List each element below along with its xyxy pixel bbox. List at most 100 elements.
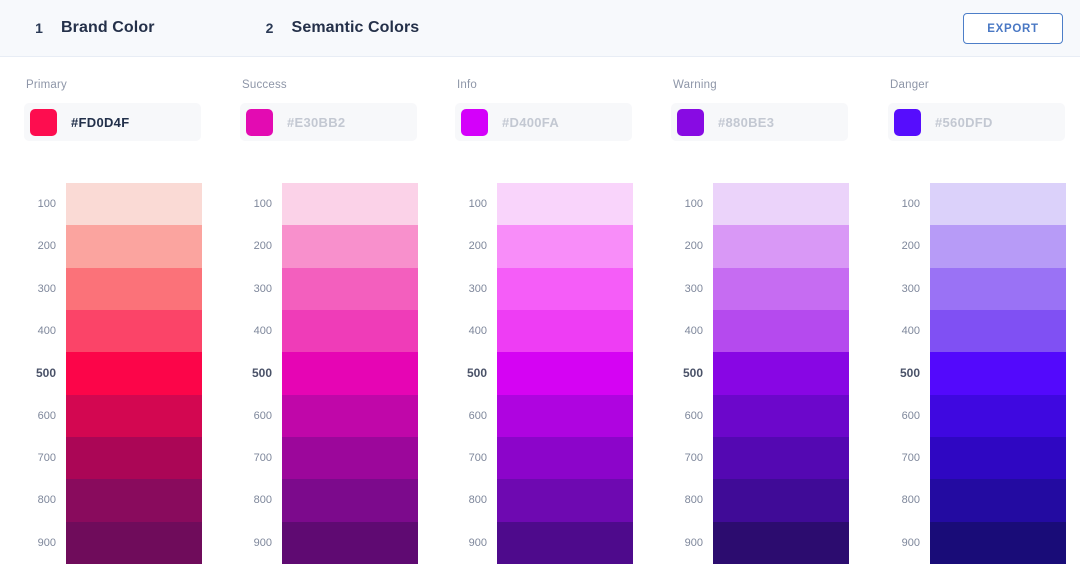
shade-tick: 500 bbox=[251, 366, 272, 381]
shade-row: 400 bbox=[888, 309, 1080, 353]
shade-swatch[interactable] bbox=[282, 521, 418, 564]
shade-row: 300 bbox=[240, 267, 456, 310]
shade-tick: 400 bbox=[901, 325, 920, 338]
shade-swatch[interactable] bbox=[66, 394, 202, 437]
shade-swatch[interactable] bbox=[713, 309, 849, 353]
hex-input-warning[interactable]: #880BE3 bbox=[671, 103, 848, 141]
shade-swatch[interactable] bbox=[497, 352, 633, 395]
color-palette-generator: 1 Brand Color 2 Semantic Colors EXPORT P… bbox=[0, 0, 1080, 587]
shade-swatch[interactable] bbox=[66, 183, 202, 226]
shade-swatch[interactable] bbox=[930, 352, 1066, 395]
shade-swatch[interactable] bbox=[930, 394, 1066, 437]
shade-row: 500 bbox=[24, 352, 240, 395]
shade-swatch[interactable] bbox=[282, 436, 418, 480]
shade-swatch[interactable] bbox=[930, 436, 1066, 480]
hex-placeholder: #880BE3 bbox=[718, 114, 775, 130]
shade-swatch[interactable] bbox=[713, 352, 849, 395]
shade-tick: 800 bbox=[684, 494, 703, 507]
palette-column-primary: Primary #FD0D4F 100 200 300 400 500 600 … bbox=[24, 57, 240, 564]
shade-swatch[interactable] bbox=[66, 479, 202, 522]
shade-swatch[interactable] bbox=[282, 309, 418, 353]
hex-input-success[interactable]: #E30BB2 bbox=[240, 103, 417, 141]
shade-swatch[interactable] bbox=[713, 521, 849, 564]
shade-row: 800 bbox=[888, 479, 1080, 522]
shade-row: 600 bbox=[24, 394, 240, 437]
shade-swatch[interactable] bbox=[66, 225, 202, 268]
shade-row: 400 bbox=[240, 309, 456, 353]
shade-tick: 600 bbox=[253, 409, 272, 422]
shade-tick: 700 bbox=[901, 452, 920, 465]
shade-swatch[interactable] bbox=[282, 479, 418, 522]
shade-swatch[interactable] bbox=[497, 394, 633, 437]
shade-row: 200 bbox=[888, 225, 1080, 268]
shade-tick: 800 bbox=[253, 494, 272, 507]
shade-swatch[interactable] bbox=[282, 394, 418, 437]
shade-swatch[interactable] bbox=[66, 267, 202, 310]
shade-swatch[interactable] bbox=[930, 267, 1066, 310]
shade-swatch[interactable] bbox=[713, 436, 849, 480]
shade-swatch[interactable] bbox=[713, 479, 849, 522]
shade-swatch[interactable] bbox=[497, 521, 633, 564]
shade-swatch[interactable] bbox=[713, 267, 849, 310]
hex-input-danger[interactable]: #560DFD bbox=[888, 103, 1065, 141]
shade-row: 300 bbox=[671, 267, 887, 310]
shade-swatch[interactable] bbox=[66, 309, 202, 353]
shade-row: 700 bbox=[455, 436, 671, 480]
shade-tick: 300 bbox=[37, 282, 56, 295]
export-button[interactable]: EXPORT bbox=[963, 13, 1063, 44]
color-chip[interactable] bbox=[461, 108, 488, 136]
hex-input-primary[interactable]: #FD0D4F bbox=[24, 103, 201, 141]
shade-swatch[interactable] bbox=[497, 309, 633, 353]
shade-swatch[interactable] bbox=[497, 479, 633, 522]
palette-column-danger: Danger #560DFD 100 200 300 400 500 600 7… bbox=[888, 57, 1080, 564]
shade-row: 400 bbox=[24, 309, 240, 353]
shade-swatch[interactable] bbox=[713, 225, 849, 268]
shade-swatch[interactable] bbox=[930, 479, 1066, 522]
shade-swatch[interactable] bbox=[497, 183, 633, 226]
shade-swatch[interactable] bbox=[282, 183, 418, 226]
palette-columns: Primary #FD0D4F 100 200 300 400 500 600 … bbox=[0, 57, 1080, 587]
shade-row: 800 bbox=[455, 479, 671, 522]
shade-row: 600 bbox=[240, 394, 456, 437]
shade-tick: 200 bbox=[37, 240, 56, 253]
shade-row: 700 bbox=[240, 436, 456, 480]
shade-swatch[interactable] bbox=[282, 225, 418, 268]
shade-swatch[interactable] bbox=[282, 267, 418, 310]
hex-value: #FD0D4F bbox=[71, 114, 130, 130]
shade-swatch[interactable] bbox=[930, 183, 1066, 226]
shade-tick: 900 bbox=[468, 536, 487, 549]
shade-swatch[interactable] bbox=[713, 394, 849, 437]
shade-tick: 700 bbox=[253, 452, 272, 465]
palette-column-warning: Warning #880BE3 100 200 300 400 500 600 … bbox=[671, 57, 887, 564]
shade-tick: 600 bbox=[37, 409, 56, 422]
color-chip[interactable] bbox=[246, 108, 273, 136]
shade-swatch[interactable] bbox=[930, 521, 1066, 564]
shade-scale: 100 200 300 400 500 600 700 800 900 bbox=[671, 183, 887, 564]
shade-swatch[interactable] bbox=[930, 309, 1066, 353]
step-semantic-colors[interactable]: 2 Semantic Colors bbox=[262, 19, 420, 37]
shade-row: 900 bbox=[24, 521, 240, 564]
shade-row: 300 bbox=[888, 267, 1080, 310]
color-chip[interactable] bbox=[677, 108, 704, 136]
color-chip[interactable] bbox=[30, 108, 57, 136]
shade-scale: 100 200 300 400 500 600 700 800 900 bbox=[240, 183, 456, 564]
step-brand-color[interactable]: 1 Brand Color bbox=[31, 19, 155, 37]
shade-tick: 600 bbox=[468, 409, 487, 422]
shade-tick: 600 bbox=[901, 409, 920, 422]
shade-tick: 100 bbox=[901, 198, 920, 211]
shade-swatch[interactable] bbox=[497, 436, 633, 480]
shade-swatch[interactable] bbox=[713, 183, 849, 226]
shade-row: 900 bbox=[455, 521, 671, 564]
hex-input-info[interactable]: #D400FA bbox=[455, 103, 632, 141]
shade-swatch[interactable] bbox=[282, 352, 418, 395]
shade-row: 100 bbox=[888, 183, 1080, 226]
shade-swatch[interactable] bbox=[66, 436, 202, 480]
color-chip[interactable] bbox=[894, 108, 921, 136]
shade-swatch[interactable] bbox=[66, 521, 202, 564]
shade-swatch[interactable] bbox=[497, 225, 633, 268]
shade-row: 400 bbox=[671, 309, 887, 353]
shade-swatch[interactable] bbox=[497, 267, 633, 310]
shade-swatch[interactable] bbox=[930, 225, 1066, 268]
shade-swatch[interactable] bbox=[66, 352, 202, 395]
shade-tick: 100 bbox=[253, 198, 272, 211]
